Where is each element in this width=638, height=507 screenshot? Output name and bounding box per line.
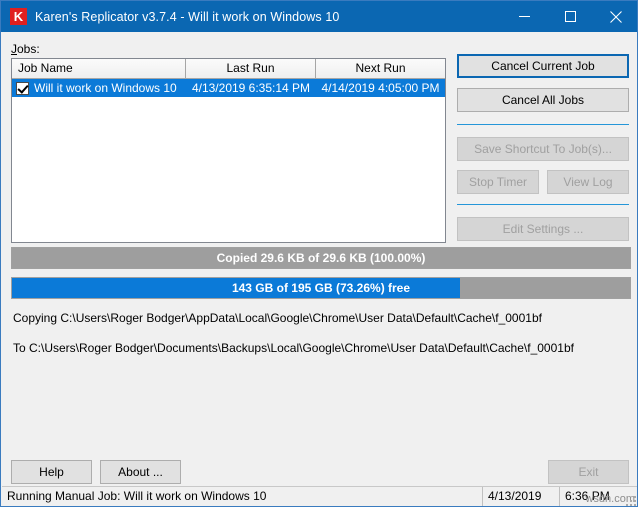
stop-timer-button[interactable]: Stop Timer: [457, 170, 539, 194]
job-next-run-cell: 4/14/2019 4:05:00 PM: [321, 81, 440, 95]
client-area: Jobs: Job Name Last Run Next Run Will it…: [2, 32, 637, 506]
column-header-next-run[interactable]: Next Run: [316, 59, 445, 78]
about-button[interactable]: About ...: [100, 460, 181, 484]
title-bar: K Karen's Replicator v3.7.4 - Will it wo…: [1, 1, 637, 32]
jobs-list[interactable]: Job Name Last Run Next Run Will it work …: [11, 58, 446, 243]
status-message: Running Manual Job: Will it work on Wind…: [2, 487, 483, 506]
view-log-button[interactable]: View Log: [547, 170, 629, 194]
application-window: K Karen's Replicator v3.7.4 - Will it wo…: [0, 0, 638, 507]
jobs-list-header: Job Name Last Run Next Run: [12, 59, 445, 79]
window-title: Karen's Replicator v3.7.4 - Will it work…: [35, 9, 340, 24]
close-button[interactable]: [593, 1, 637, 32]
status-time-text: 6:36 PM: [565, 489, 610, 503]
resize-grip-icon[interactable]: [624, 494, 636, 506]
window-controls: [501, 1, 637, 32]
help-button[interactable]: Help: [11, 460, 92, 484]
button-group-separator-1: [457, 124, 629, 125]
minimize-icon: [518, 16, 530, 17]
save-shortcut-button[interactable]: Save Shortcut To Job(s)...: [457, 137, 629, 161]
disk-space-text: 143 GB of 195 GB (73.26%) free: [231, 281, 411, 295]
job-enabled-checkbox[interactable]: [16, 81, 29, 95]
status-time: 6:36 PM wsdn.com: [560, 487, 637, 506]
cancel-current-job-button[interactable]: Cancel Current Job: [457, 54, 629, 78]
minimize-button[interactable]: [501, 1, 547, 32]
table-row[interactable]: Will it work on Windows 10 4/13/2019 6:3…: [12, 79, 445, 97]
disk-space-bar: 143 GB of 195 GB (73.26%) free: [11, 277, 631, 299]
status-date: 4/13/2019: [483, 487, 560, 506]
log-line-destination: To C:\Users\Roger Bodger\Documents\Backu…: [13, 341, 574, 355]
log-line-source: Copying C:\Users\Roger Bodger\AppData\Lo…: [13, 311, 542, 325]
job-name-cell: Will it work on Windows 10: [12, 79, 186, 97]
maximize-button[interactable]: [547, 1, 593, 32]
column-header-job-name[interactable]: Job Name: [12, 59, 186, 78]
jobs-label-rest: obs:: [17, 42, 40, 56]
status-bar: Running Manual Job: Will it work on Wind…: [2, 486, 637, 506]
exit-button[interactable]: Exit: [548, 460, 629, 484]
copy-progress-text: Copied 29.6 KB of 29.6 KB (100.00%): [216, 251, 426, 265]
app-icon-k: K: [10, 8, 27, 25]
close-icon: [610, 10, 622, 23]
job-name-text: Will it work on Windows 10: [34, 81, 177, 95]
edit-settings-button[interactable]: Edit Settings ...: [457, 217, 629, 241]
cancel-all-jobs-button[interactable]: Cancel All Jobs: [457, 88, 629, 112]
maximize-icon: [564, 11, 576, 22]
jobs-label: Jobs:: [11, 42, 40, 56]
job-last-run-cell: 4/13/2019 6:35:14 PM: [191, 81, 311, 95]
column-header-last-run[interactable]: Last Run: [186, 59, 316, 78]
button-group-separator-2: [457, 204, 629, 205]
copy-progress-bar: Copied 29.6 KB of 29.6 KB (100.00%): [11, 247, 631, 269]
